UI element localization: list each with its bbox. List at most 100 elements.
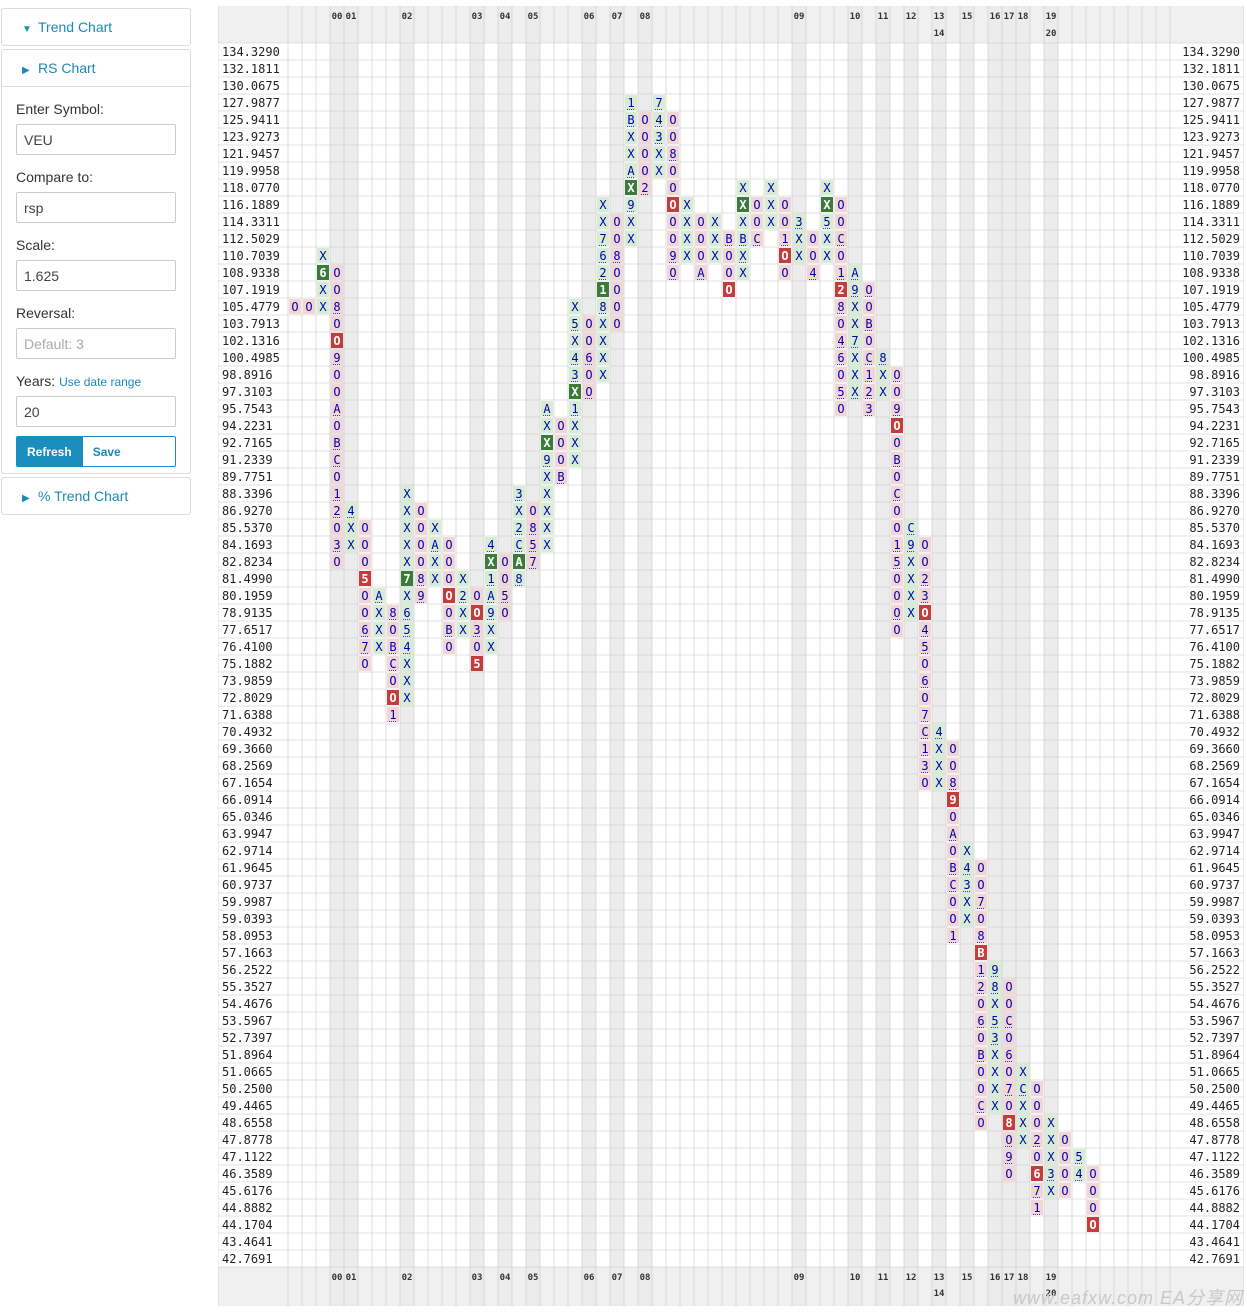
price-label-left: 84.1693 — [222, 538, 273, 552]
pf-o-mark: O — [445, 640, 452, 654]
pf-x-mark: X — [599, 215, 607, 229]
price-label-right: 70.4932 — [1189, 725, 1240, 739]
year-label-bottom: 02 — [402, 1273, 413, 1283]
symbol-input[interactable] — [16, 124, 176, 155]
pf-o-mark: A — [333, 402, 341, 416]
pf-o-mark: O — [361, 657, 368, 671]
pf-o-mark: 6 — [361, 623, 368, 637]
pf-o-mark: O — [921, 555, 928, 569]
trend-chart-header[interactable]: ▼ Trend Chart — [2, 9, 190, 45]
pf-o-mark: O — [417, 504, 424, 518]
trend-chart-panel[interactable]: ▼ Trend Chart — [1, 8, 191, 46]
pf-x-mark: X — [739, 198, 747, 212]
pf-o-mark: 2 — [837, 283, 844, 297]
price-label-left: 77.6517 — [222, 623, 273, 637]
pf-x-mark: X — [655, 147, 663, 161]
price-label-right: 77.6517 — [1189, 623, 1240, 637]
pf-x-mark: X — [599, 368, 607, 382]
scale-input[interactable] — [16, 260, 176, 291]
year-stripe — [344, 6, 358, 1306]
pf-x-mark: X — [403, 487, 411, 501]
pf-x-mark: X — [991, 997, 999, 1011]
pf-o-mark: O — [921, 776, 928, 790]
price-label-right: 110.7039 — [1182, 249, 1240, 263]
pct-trend-chart-panel[interactable]: ▶ % Trend Chart — [1, 477, 191, 515]
price-label-right: 105.4779 — [1182, 300, 1240, 314]
year-stripe — [904, 6, 918, 1306]
pf-x-mark: X — [1019, 1133, 1027, 1147]
pf-o-mark: B — [865, 317, 872, 331]
compare-input[interactable] — [16, 192, 176, 223]
price-label-right: 86.9270 — [1189, 504, 1240, 518]
pf-x-mark: X — [963, 895, 971, 909]
year-label-bottom: 18 — [1018, 1273, 1029, 1283]
price-label-left: 47.8778 — [222, 1133, 273, 1147]
pf-o-mark: O — [613, 266, 620, 280]
pf-x-mark: 4 — [1075, 1167, 1082, 1181]
year-stripe — [848, 6, 862, 1306]
year-stripe — [582, 6, 596, 1306]
price-label-right: 69.3660 — [1189, 742, 1240, 756]
use-date-range-link[interactable]: Use date range — [59, 375, 141, 389]
pf-o-mark: O — [1005, 1065, 1012, 1079]
price-label-right: 47.8778 — [1189, 1133, 1240, 1147]
pf-o-mark: C — [921, 725, 928, 739]
pf-o-mark: O — [669, 130, 676, 144]
pf-x-mark: 6 — [599, 249, 606, 263]
refresh-button[interactable]: Refresh — [16, 436, 83, 467]
pf-o-mark: O — [613, 283, 620, 297]
pf-x-mark: X — [655, 164, 663, 178]
price-label-right: 119.9958 — [1182, 164, 1240, 178]
pf-o-mark: 1 — [389, 708, 396, 722]
pf-o-mark: 7 — [529, 555, 536, 569]
price-label-left: 114.3311 — [222, 215, 280, 229]
price-label-left: 81.4990 — [222, 572, 273, 586]
pf-x-mark: X — [907, 555, 915, 569]
pf-o-mark: O — [725, 266, 732, 280]
rs-chart-header[interactable]: ▶ RS Chart — [2, 50, 190, 86]
pf-o-mark: O — [669, 232, 676, 246]
reversal-input[interactable] — [16, 328, 176, 359]
pf-o-mark: O — [557, 436, 564, 450]
pf-o-mark: C — [893, 487, 900, 501]
pf-o-mark: O — [445, 572, 452, 586]
pf-o-mark: O — [893, 572, 900, 586]
pf-x-mark: X — [431, 555, 439, 569]
pf-x-mark: X — [543, 419, 551, 433]
price-label-left: 86.9270 — [222, 504, 273, 518]
pf-x-mark: X — [739, 181, 747, 195]
pf-o-mark: 8 — [1005, 1116, 1012, 1130]
price-label-left: 44.8882 — [222, 1201, 273, 1215]
price-label-right: 42.7691 — [1189, 1252, 1240, 1266]
year-label-top: 06 — [584, 12, 595, 22]
pf-o-mark: O — [445, 555, 452, 569]
pf-x-mark: 5 — [1075, 1150, 1082, 1164]
price-label-left: 43.4641 — [222, 1235, 273, 1249]
pf-o-mark: O — [669, 266, 676, 280]
pf-o-mark: C — [949, 878, 956, 892]
price-label-right: 52.7397 — [1189, 1031, 1240, 1045]
price-label-right: 134.3290 — [1182, 45, 1240, 59]
pct-trend-chart-header[interactable]: ▶ % Trend Chart — [2, 478, 190, 514]
pf-o-mark: O — [1033, 1099, 1040, 1113]
pf-o-mark: O — [893, 385, 900, 399]
year-label-top: 16 — [990, 12, 1001, 22]
year-sublabel-bottom: 14 — [934, 1289, 945, 1299]
pf-o-mark: O — [977, 878, 984, 892]
pf-x-mark: X — [991, 1099, 999, 1113]
pf-o-mark: O — [361, 589, 368, 603]
years-label-row: Years: Use date range — [16, 371, 190, 391]
year-stripe — [876, 6, 890, 1306]
years-input[interactable] — [16, 396, 176, 427]
save-defaults-button[interactable]: Save Defaults — [82, 436, 176, 489]
pf-o-mark: O — [837, 215, 844, 229]
pf-o-mark: O — [1061, 1150, 1068, 1164]
year-label-top: 04 — [500, 12, 511, 22]
price-label-left: 98.8916 — [222, 368, 273, 382]
pf-x-mark: X — [739, 266, 747, 280]
pf-o-mark: 7 — [977, 895, 984, 909]
pf-o-mark: O — [641, 130, 648, 144]
pf-x-mark: X — [459, 623, 467, 637]
pf-o-mark: O — [361, 606, 368, 620]
price-label-right: 116.1889 — [1182, 198, 1240, 212]
